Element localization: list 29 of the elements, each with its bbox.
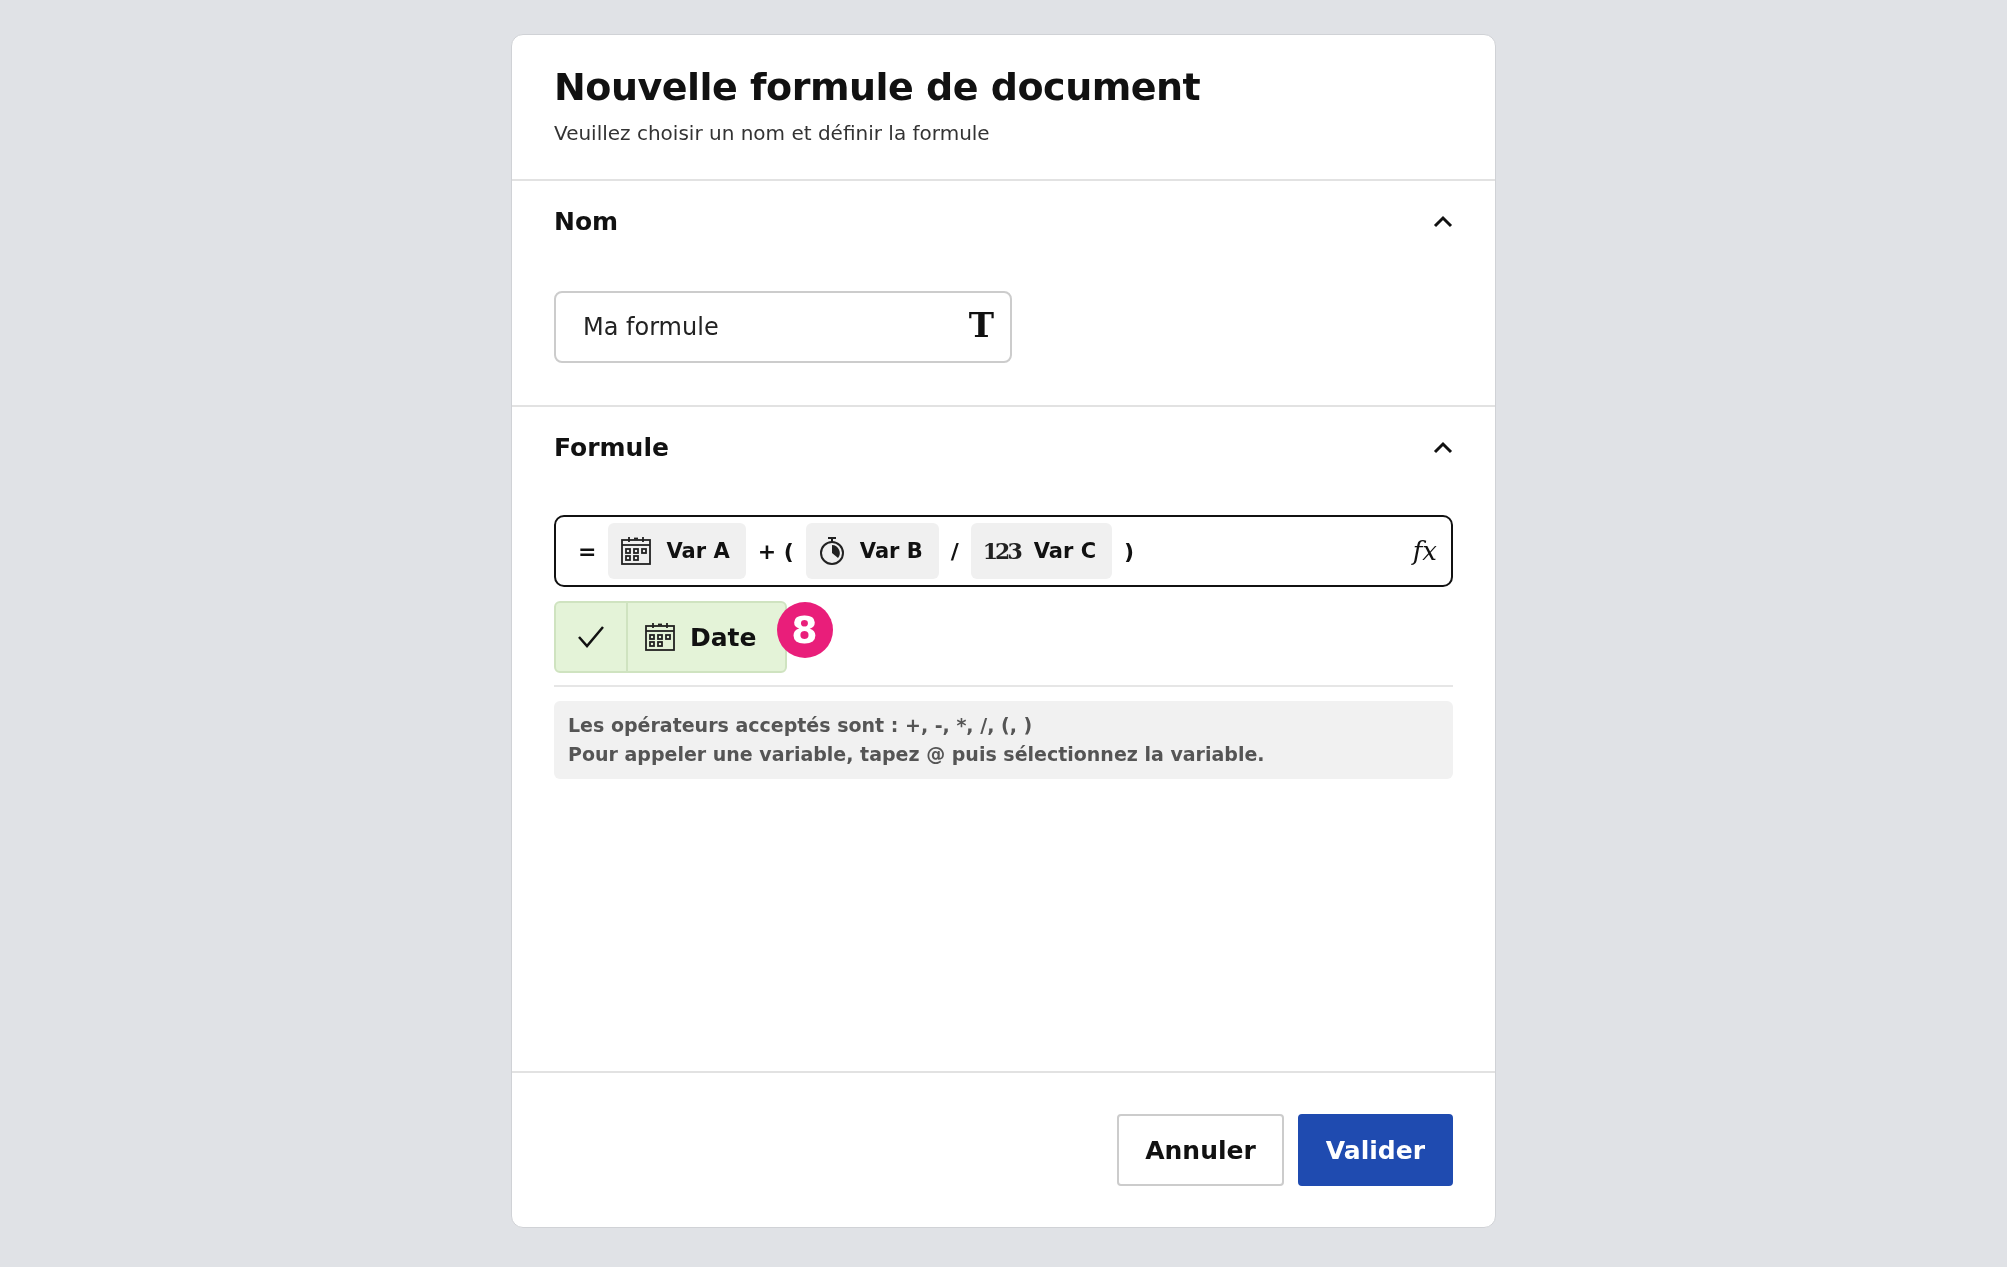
operator: = <box>577 538 598 564</box>
operator: + ( <box>756 538 795 564</box>
variable-chip[interactable]: Var B <box>805 523 939 579</box>
validate-button[interactable]: Valider <box>1297 1114 1453 1186</box>
dialog-subtitle: Veuillez choisir un nom et définir la formule <box>554 121 991 145</box>
chevron-up-icon[interactable] <box>1433 440 1453 454</box>
text-type-icon: T <box>968 305 994 345</box>
check-icon <box>577 625 605 649</box>
variable-name: Var A <box>666 539 730 563</box>
calendar-icon <box>644 622 676 652</box>
variable-chip[interactable]: 123 Var C <box>970 523 1113 579</box>
section-title: Formule <box>554 432 669 462</box>
variable-chip[interactable]: Var A <box>608 523 746 579</box>
variable-name: Var C <box>1033 539 1097 563</box>
chevron-up-icon[interactable] <box>1433 214 1453 228</box>
number-icon: 123 <box>982 538 1020 564</box>
stopwatch-icon <box>817 536 846 566</box>
result-type: Date <box>690 622 757 652</box>
operator: ) <box>1123 538 1136 564</box>
dialog-title: Nouvelle formule de document <box>554 65 1202 109</box>
operator: / <box>949 538 960 564</box>
help-text: Les opérateurs acceptés sont : +, -, *, /, (, ) Pour appeler une variable, tapez @ puis sélectionnez la variable. <box>554 701 1453 779</box>
cancel-button[interactable]: Annuler <box>1117 1114 1284 1186</box>
count-badge: 8 <box>776 602 833 658</box>
function-icon: fx <box>1412 536 1437 566</box>
section-title: Nom <box>554 206 619 236</box>
calendar-icon <box>620 536 653 566</box>
formula-field[interactable]: = Var A + ( Var B / 123 Var C ) fx <box>554 515 1453 587</box>
variable-name: Var B <box>859 539 923 563</box>
